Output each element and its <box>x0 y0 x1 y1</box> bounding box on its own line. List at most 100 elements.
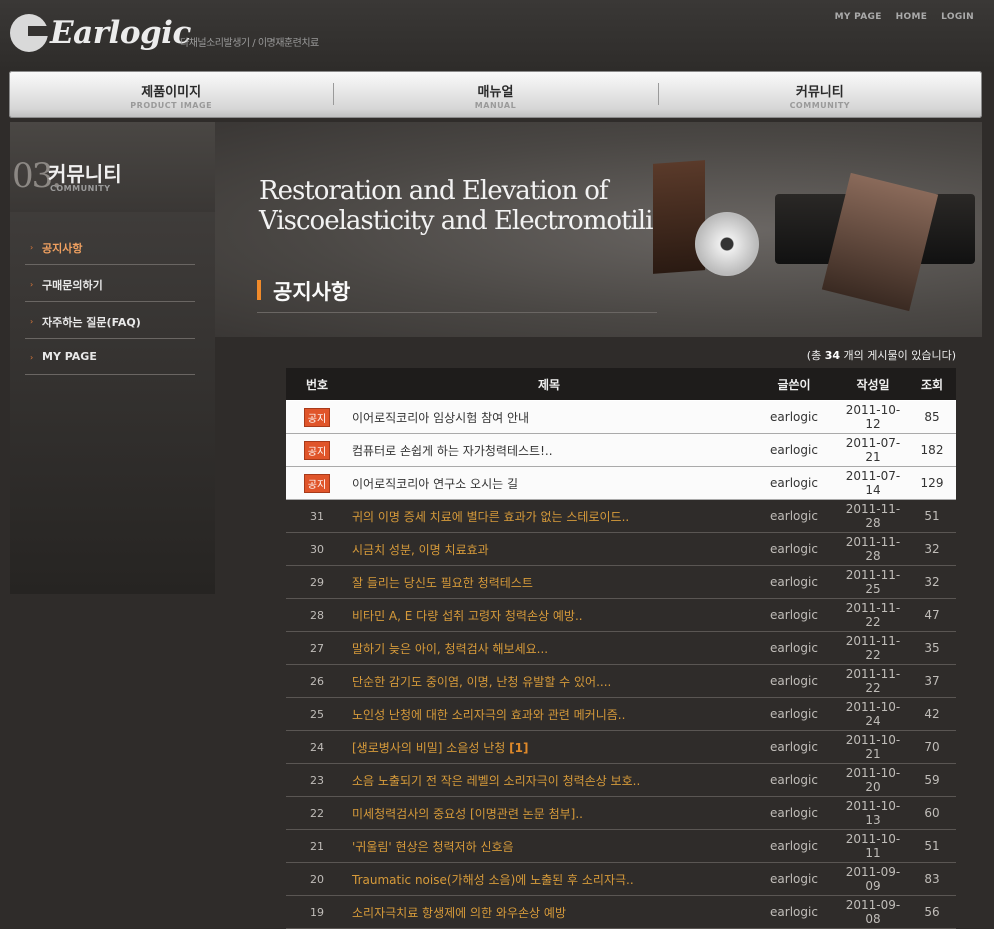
post-views: 32 <box>908 565 956 599</box>
hero-banner: Restoration and Elevation of Viscoelasti… <box>215 122 982 337</box>
post-title[interactable]: 말하기 늦은 아이, 청력검사 해보세요... <box>348 631 750 665</box>
post-no: 22 <box>286 796 348 830</box>
section-subtitle: COMMUNITY <box>50 184 111 193</box>
arrow-icon: › <box>30 353 34 362</box>
notice-author: earlogic <box>750 400 838 434</box>
nav-sublabel: COMMUNITY <box>789 101 851 110</box>
post-no: 24 <box>286 730 348 764</box>
post-date: 2011-10-24 <box>838 697 908 731</box>
post-title[interactable]: 미세청력검사의 중요성 [이명관련 논문 첨부].. <box>348 796 750 830</box>
side-menu-purchase-inquiry[interactable]: › 구매문의하기 <box>25 265 195 302</box>
page-title: 공지사항 <box>273 280 351 304</box>
notice-title[interactable]: 컴퓨터로 손쉽게 하는 자가청력테스트!.. <box>348 433 750 467</box>
nav-label: 제품이미지 <box>141 85 202 100</box>
table-row: 27 말하기 늦은 아이, 청력검사 해보세요... earlogic 2011… <box>286 631 956 665</box>
side-menu: › 공지사항 › 구매문의하기 › 자주하는 질문(FAQ) › MY PAGE <box>10 212 215 594</box>
table-row: 26 단순한 감기도 중이염, 이명, 난청 유발할 수 있어.... earl… <box>286 664 956 698</box>
notice-author: earlogic <box>750 433 838 467</box>
post-date: 2011-09-08 <box>838 895 908 929</box>
side-menu-label: 구매문의하기 <box>42 279 103 292</box>
notice-badge-cell: 공지 <box>286 400 348 434</box>
notice-date: 2011-07-14 <box>838 466 908 500</box>
notice-badge: 공지 <box>303 473 331 493</box>
my-page-link[interactable]: MY PAGE <box>835 12 882 22</box>
side-menu-faq[interactable]: › 자주하는 질문(FAQ) <box>25 302 195 339</box>
table-row: 28 비타민 A, E 다량 섭취 고령자 청력손상 예방.. earlogic… <box>286 598 956 632</box>
notice-row: 공지 이어로직코리아 임상시험 참여 안내 earlogic 2011-10-1… <box>286 400 956 434</box>
table-row: 31 귀의 이명 증세 치료에 별다른 효과가 없는 스테로이드.. earlo… <box>286 499 956 533</box>
side-menu-my-page[interactable]: › MY PAGE <box>25 338 195 375</box>
post-title[interactable]: 단순한 감기도 중이염, 이명, 난청 유발할 수 있어.... <box>348 664 750 698</box>
nav-label: 매뉴얼 <box>477 85 514 100</box>
main-nav: 제품이미지 PRODUCT IMAGE 매뉴얼 MANUAL 커뮤니티 COMM… <box>9 71 982 118</box>
table-row: 25 노인성 난청에 대한 소리자극의 효과와 관련 메커니즘.. earlog… <box>286 697 956 731</box>
post-author: earlogic <box>750 796 838 830</box>
post-views: 37 <box>908 664 956 698</box>
col-header-author: 글쓴이 <box>750 368 838 401</box>
nav-manual[interactable]: 매뉴얼 MANUAL <box>333 71 657 118</box>
notice-views: 129 <box>908 466 956 500</box>
post-count-suffix: 개의 게시물이 있습니다) <box>840 349 957 362</box>
side-menu-notice[interactable]: › 공지사항 <box>25 228 195 265</box>
notice-date: 2011-10-12 <box>838 400 908 434</box>
logo-text: Earlogic <box>50 15 191 51</box>
post-views: 32 <box>908 532 956 566</box>
notice-badge-cell: 공지 <box>286 466 348 500</box>
post-title[interactable]: 소리자극치료 항생제에 의한 와우손상 예방 <box>348 895 750 929</box>
logo[interactable]: Earlogic <box>10 14 191 52</box>
table-row: 22 미세청력검사의 중요성 [이명관련 논문 첨부].. earlogic 2… <box>286 796 956 830</box>
home-link[interactable]: HOME <box>896 12 928 22</box>
post-author: earlogic <box>750 895 838 929</box>
post-no: 25 <box>286 697 348 731</box>
hero-line-1: Restoration and Elevation of <box>259 176 608 206</box>
post-author: earlogic <box>750 532 838 566</box>
post-date: 2011-11-22 <box>838 631 908 665</box>
hero-line-2: Viscoelasticity and Electromotility <box>259 206 677 236</box>
tagline: 다채널소리발생기 / 이명재훈련치료 <box>180 38 319 49</box>
section-header: 03. 커뮤니티 COMMUNITY <box>10 122 215 212</box>
post-title[interactable]: [생로병사의 비밀] 소음성 난청 <box>352 741 505 755</box>
post-title[interactable]: 귀의 이명 증세 치료에 별다른 효과가 없는 스테로이드.. <box>348 499 750 533</box>
post-author: earlogic <box>750 697 838 731</box>
post-views: 51 <box>908 829 956 863</box>
post-views: 42 <box>908 697 956 731</box>
post-title[interactable]: 소음 노출되기 전 작은 레벨의 소리자극이 청력손상 보호.. <box>348 763 750 797</box>
notice-row: 공지 이어로직코리아 연구소 오시는 길 earlogic 2011-07-14… <box>286 466 956 500</box>
post-author: earlogic <box>750 829 838 863</box>
page-title-row: 공지사항 <box>257 272 657 313</box>
post-title[interactable]: '귀울림' 현상은 청력저하 신호음 <box>348 829 750 863</box>
nav-product-image[interactable]: 제품이미지 PRODUCT IMAGE <box>9 71 333 118</box>
logo-mark-icon <box>10 14 50 52</box>
post-title[interactable]: 시금치 성분, 이명 치료효과 <box>348 532 750 566</box>
post-date: 2011-11-28 <box>838 532 908 566</box>
post-views: 59 <box>908 763 956 797</box>
login-link[interactable]: LOGIN <box>941 12 974 22</box>
title-accent-bar <box>257 280 261 300</box>
post-date: 2011-09-09 <box>838 862 908 896</box>
post-count-prefix: (총 <box>806 349 825 362</box>
post-title[interactable]: 비타민 A, E 다량 섭취 고령자 청력손상 예방.. <box>348 598 750 632</box>
notice-title[interactable]: 이어로직코리아 연구소 오시는 길 <box>348 466 750 500</box>
nav-community[interactable]: 커뮤니티 COMMUNITY <box>657 71 982 118</box>
col-header-no: 번호 <box>286 368 348 401</box>
notice-badge: 공지 <box>303 407 331 427</box>
notice-badge: 공지 <box>303 440 331 460</box>
post-title[interactable]: 노인성 난청에 대한 소리자극의 효과와 관련 메커니즘.. <box>348 697 750 731</box>
notice-badge-cell: 공지 <box>286 433 348 467</box>
post-date: 2011-10-13 <box>838 796 908 830</box>
product-cd-image <box>695 212 759 276</box>
notice-date: 2011-07-21 <box>838 433 908 467</box>
post-title[interactable]: Traumatic noise(가해성 소음)에 노출된 후 소리자극.. <box>348 862 750 896</box>
post-title[interactable]: 잘 들리는 당신도 필요한 청력테스트 <box>348 565 750 599</box>
post-views: 35 <box>908 631 956 665</box>
post-no: 20 <box>286 862 348 896</box>
table-row: 29 잘 들리는 당신도 필요한 청력테스트 earlogic 2011-11-… <box>286 565 956 599</box>
post-views: 56 <box>908 895 956 929</box>
post-title-cell[interactable]: [생로병사의 비밀] 소음성 난청 [1] <box>348 730 750 764</box>
post-no: 23 <box>286 763 348 797</box>
post-date: 2011-10-11 <box>838 829 908 863</box>
post-no: 19 <box>286 895 348 929</box>
table-header-row: 번호 제목 글쓴이 작성일 조회 <box>286 368 956 401</box>
notice-views: 85 <box>908 400 956 434</box>
notice-title[interactable]: 이어로직코리아 임상시험 참여 안내 <box>348 400 750 434</box>
